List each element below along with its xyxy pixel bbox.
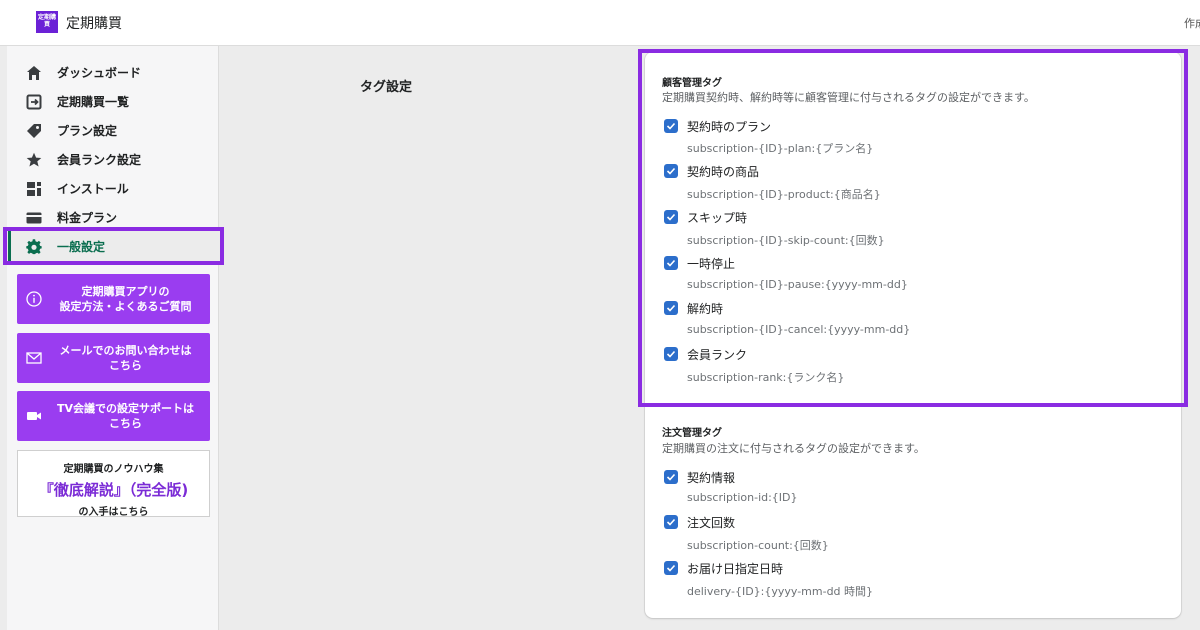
checkbox-option[interactable]: 注文回数 xyxy=(664,514,735,530)
checkbox-checked[interactable] xyxy=(664,561,678,575)
checkbox-label: 契約時のプラン xyxy=(687,119,772,134)
customer-tags-description: 定期購買契約時、解約時等に顧客管理に付与されるタグの設定ができます。 xyxy=(662,91,1035,104)
sidebar-item-member-rank[interactable]: 会員ランク設定 xyxy=(7,145,219,174)
email-contact-button[interactable]: メールでのお問い合わせは こちら xyxy=(17,333,210,383)
knowhow-promo-banner[interactable]: 定期購買のノウハウ集 『徹底解説』（完全版) の入手はこちら xyxy=(17,450,210,518)
sidebar-item-pricing[interactable]: 料金プラン xyxy=(7,203,219,232)
app-logo: 定期購買 xyxy=(36,11,58,33)
checkbox-label: 一時停止 xyxy=(687,256,736,271)
checkbox-help-text: delivery-{ID}:{yyyy-mm-dd 時間} xyxy=(687,585,874,598)
checkbox-option[interactable]: 一時停止 xyxy=(664,255,735,271)
checkbox-label: スキップ時 xyxy=(687,210,748,225)
checkbox-help-text: subscription-{ID}-skip-count:{回数} xyxy=(687,234,885,247)
checkbox-help-text: subscription-{ID}-plan:{プラン名} xyxy=(687,142,874,155)
checkbox-help-text: subscription-{ID}-pause:{yyyy-mm-dd} xyxy=(687,278,908,291)
tag-icon xyxy=(25,122,43,140)
video-support-line1: TV会議での設定サポートは xyxy=(56,402,195,415)
promo-line1: 定期購買のノウハウ集 xyxy=(63,464,164,475)
checkbox-help-text: subscription-rank:{ランク名} xyxy=(687,371,845,384)
checkbox-help-text: subscription-{ID}-cancel:{yyyy-mm-dd} xyxy=(687,323,911,336)
top-bar: 定期購買 定期購買 作成 xyxy=(0,0,1200,46)
order-tags-title: 注文管理タグ xyxy=(662,428,722,439)
checkbox-label: 契約時の商品 xyxy=(687,164,760,179)
section-title: タグ設定 xyxy=(360,80,413,95)
video-support-button[interactable]: TV会議での設定サポートは こちら xyxy=(17,391,210,441)
star-icon xyxy=(25,151,43,169)
sidebar-item-subscriptions[interactable]: 定期購買一覧 xyxy=(7,87,219,116)
checkbox-help-text: subscription-{ID}-product:{商品名} xyxy=(687,188,881,201)
app-title: 定期購買 xyxy=(66,16,122,32)
sidebar-item-label: インストール xyxy=(57,182,129,196)
sidebar-item-label: 会員ランク設定 xyxy=(57,153,142,167)
promo-line2: 『徹底解説』（完全版) xyxy=(38,481,189,499)
checkbox-label: 契約情報 xyxy=(687,470,736,485)
sidebar-item-label: 定期購買一覧 xyxy=(57,95,130,109)
checkbox-checked[interactable] xyxy=(664,470,678,484)
apps-icon xyxy=(25,180,43,198)
email-contact-line2: こちら xyxy=(109,359,142,372)
subscription-list-icon xyxy=(25,93,43,111)
checkbox-checked[interactable] xyxy=(664,515,678,529)
checkbox-option[interactable]: 解約時 xyxy=(664,300,723,316)
sidebar-item-install[interactable]: インストール xyxy=(7,174,219,203)
checkbox-option[interactable]: 契約時のプラン xyxy=(664,118,771,134)
sidebar-item-label: ダッシュボード xyxy=(57,66,142,80)
checkbox-label: 会員ランク xyxy=(687,347,748,362)
help-faq-line1: 定期購買アプリの xyxy=(81,285,170,298)
sidebar-item-dashboard[interactable]: ダッシュボード xyxy=(7,58,219,87)
promo-line3: の入手はこちら xyxy=(78,507,149,518)
checkbox-option[interactable]: スキップ時 xyxy=(664,209,747,225)
checkbox-option[interactable]: 契約情報 xyxy=(664,469,735,485)
checkbox-help-text: subscription-id:{ID} xyxy=(687,491,798,504)
checkbox-label: 解約時 xyxy=(687,301,724,316)
card-icon xyxy=(25,209,43,227)
sidebar-item-general-settings[interactable]: 一般設定 xyxy=(7,232,219,261)
checkbox-checked[interactable] xyxy=(664,301,678,315)
checkbox-checked[interactable] xyxy=(664,164,678,178)
checkbox-checked[interactable] xyxy=(664,119,678,133)
home-icon xyxy=(25,64,43,82)
info-icon xyxy=(25,291,43,307)
checkbox-option[interactable]: 契約時の商品 xyxy=(664,163,759,179)
checkbox-label: お届け日指定日時 xyxy=(687,561,784,576)
checkbox-option[interactable]: お届け日指定日時 xyxy=(664,560,783,576)
left-edge xyxy=(0,46,7,630)
email-contact-line1: メールでのお問い合わせは xyxy=(59,344,192,357)
checkbox-help-text: subscription-count:{回数} xyxy=(687,539,829,552)
customer-tags-title: 顧客管理タグ xyxy=(662,78,722,89)
help-faq-line2: 設定方法・よくあるご質問 xyxy=(59,300,192,313)
gear-icon xyxy=(25,238,43,256)
checkbox-option[interactable]: 会員ランク xyxy=(664,346,747,362)
order-tags-description: 定期購買の注文に付与されるタグの設定ができます。 xyxy=(662,442,925,455)
sidebar-item-label: 料金プラン xyxy=(57,211,118,225)
video-icon xyxy=(25,408,43,424)
checkbox-checked[interactable] xyxy=(664,210,678,224)
help-faq-button[interactable]: 定期購買アプリの設定方法・よくあるご質問 xyxy=(17,274,210,324)
sidebar-item-plans[interactable]: プラン設定 xyxy=(7,116,219,145)
mail-icon xyxy=(25,350,43,366)
video-support-line2: こちら xyxy=(109,417,142,430)
checkbox-checked[interactable] xyxy=(664,256,678,270)
sidebar-item-label: プラン設定 xyxy=(57,124,118,138)
sidebar-item-label: 一般設定 xyxy=(57,240,106,254)
checkbox-checked[interactable] xyxy=(664,347,678,361)
top-right-text[interactable]: 作成 xyxy=(1184,15,1200,31)
checkbox-label: 注文回数 xyxy=(687,515,736,530)
